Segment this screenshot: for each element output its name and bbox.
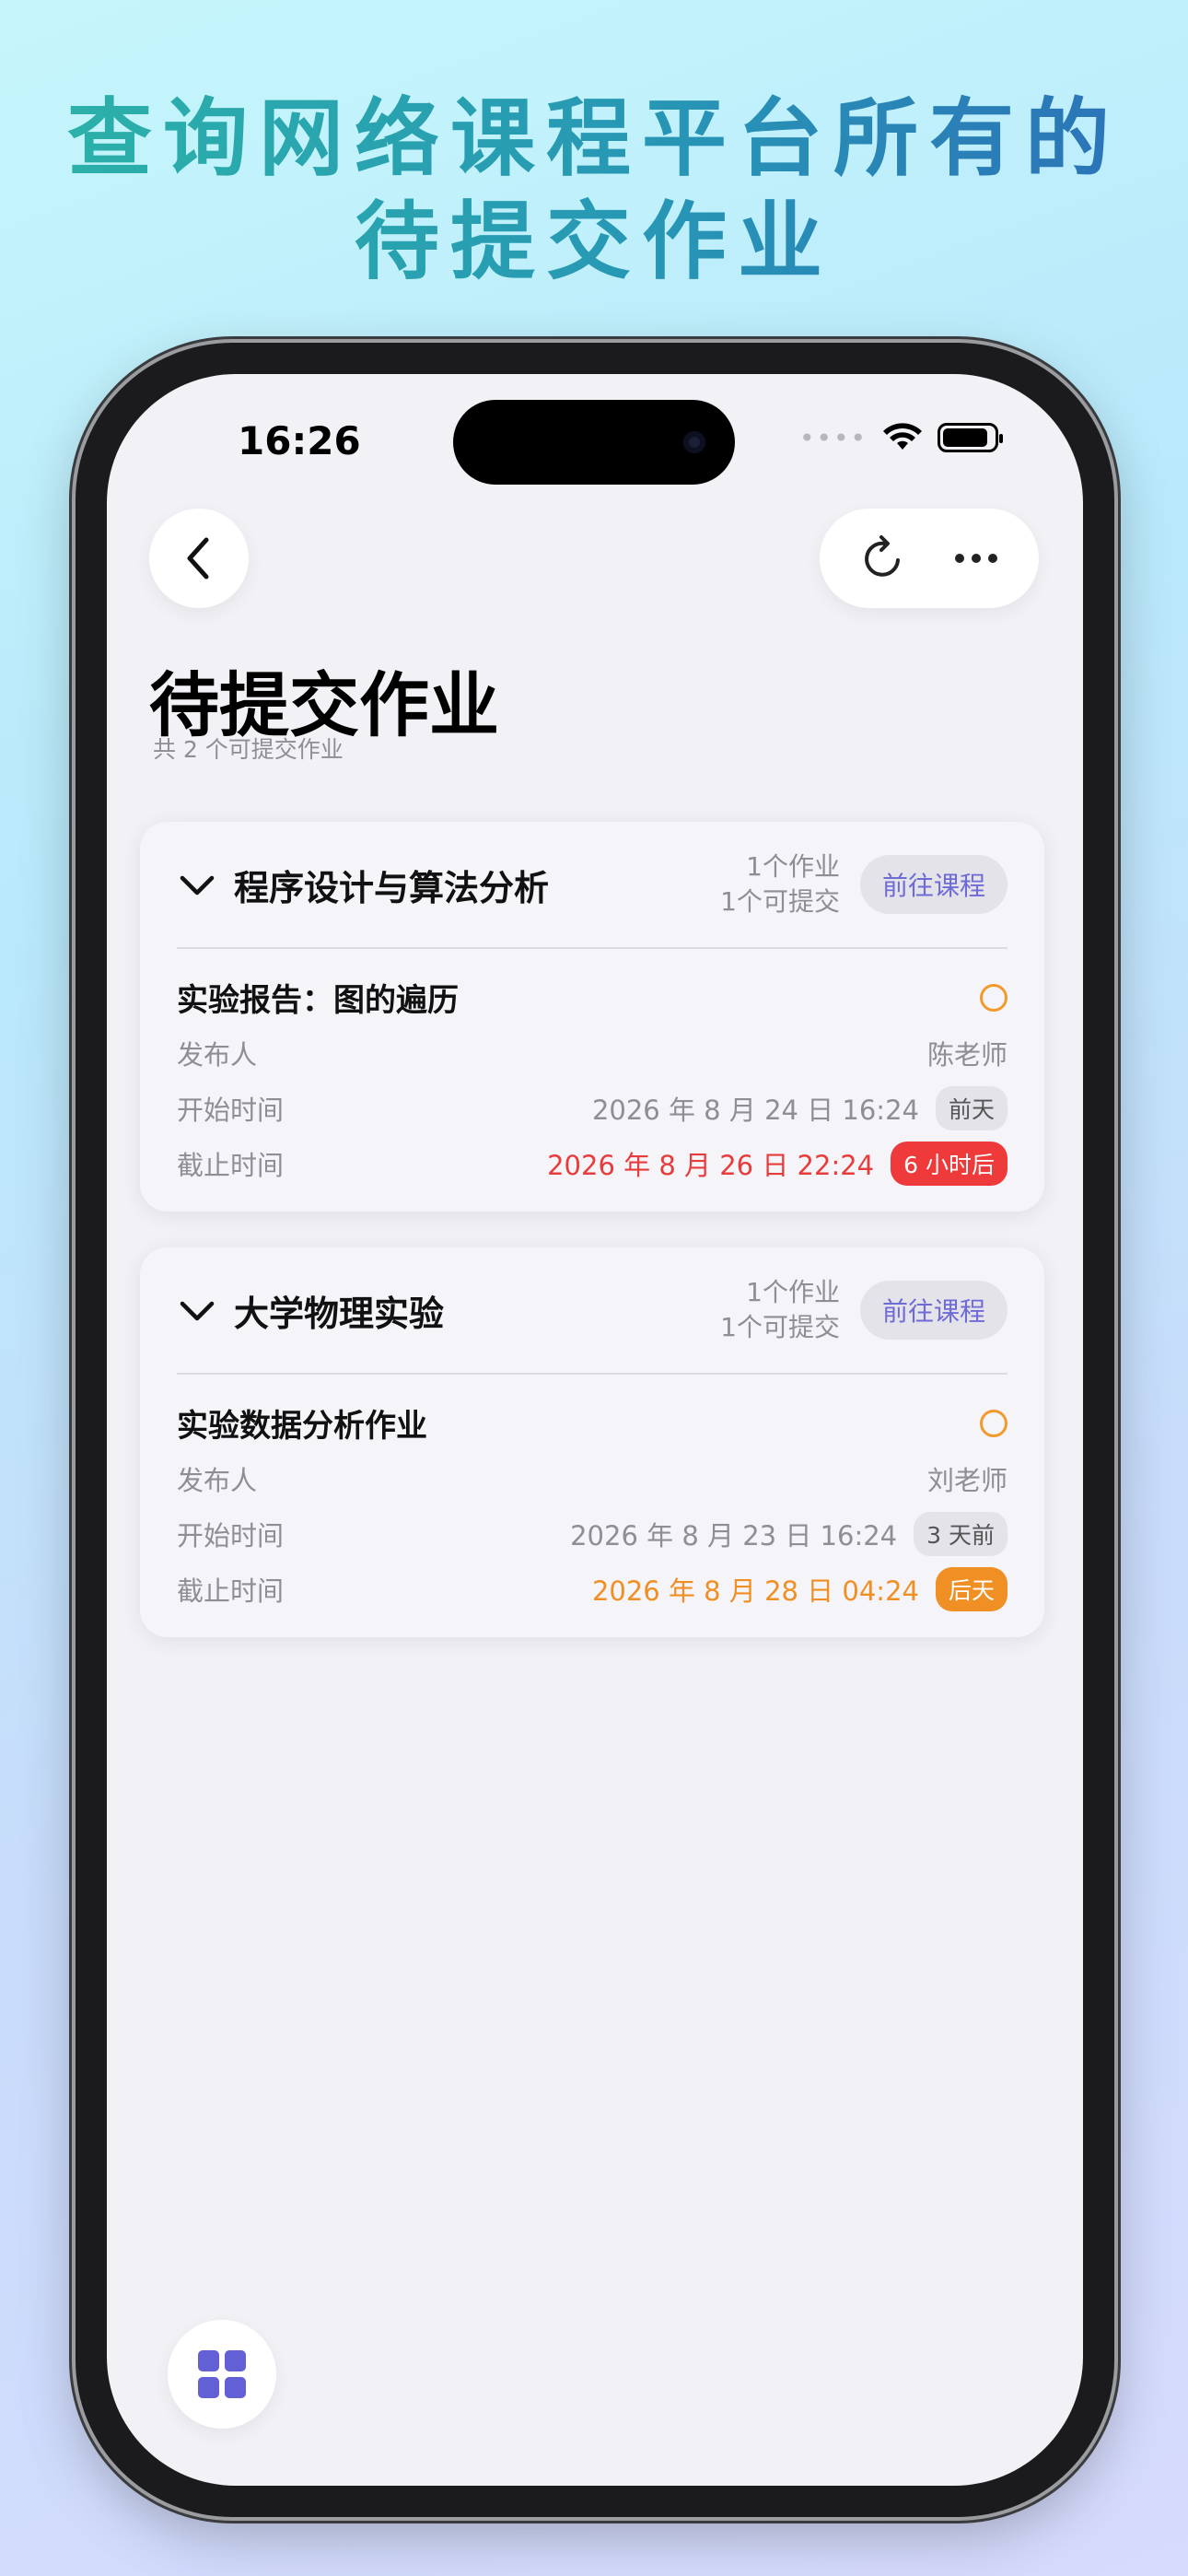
due-date: 2026 年 8 月 28 日 04:24: [591, 1575, 919, 1607]
due-label: 截止时间: [177, 1575, 285, 1607]
due-label: 截止时间: [177, 1150, 285, 1181]
back-button[interactable]: [149, 509, 249, 608]
due-relative-tag: 6 小时后: [891, 1142, 1007, 1186]
start-date: 2026 年 8 月 23 日 16:24: [570, 1520, 898, 1551]
assignment-title: 实验数据分析作业: [177, 1408, 427, 1445]
promo-headline: 查询网络课程平台所有的 待提交作业: [0, 88, 1188, 294]
course-card-header[interactable]: 程序设计与算法分析 1个作业 1个可提交 前往课程: [177, 822, 1007, 949]
grid-icon: [198, 2350, 246, 2398]
status-ring-icon[interactable]: [980, 1409, 1007, 1437]
due-relative-tag: 后天: [935, 1567, 1007, 1611]
more-icon[interactable]: [950, 549, 1002, 568]
status-time: 16:26: [238, 418, 361, 463]
assignment-title: 实验报告：图的遍历: [177, 982, 459, 1019]
due-value: 2026 年 8 月 28 日 04:24 后天: [592, 1567, 1007, 1611]
start-label: 开始时间: [177, 1520, 285, 1551]
phone-screen: 16:26 •••• 待提交作业 共 2 个可提交作业 程序设计与算法分析 1个…: [107, 374, 1083, 2486]
page-subtitle: 共 2 个可提交作业: [153, 736, 344, 763]
chevron-down-icon[interactable]: [177, 871, 217, 898]
start-value: 2026 年 8 月 24 日 16:24 前天: [592, 1086, 1007, 1130]
dynamic-island: [453, 400, 735, 485]
back-chevron-icon: [187, 537, 209, 580]
assignment-count: 1个作业: [746, 1277, 840, 1307]
course-card-header[interactable]: 大学物理实验 1个作业 1个可提交 前往课程: [177, 1247, 1007, 1375]
headline-line-1: 查询网络课程平台所有的: [66, 89, 1121, 188]
phone-frame: 16:26 •••• 待提交作业 共 2 个可提交作业 程序设计与算法分析 1个…: [76, 343, 1114, 2517]
goto-course-button[interactable]: 前往课程: [859, 855, 1007, 914]
course-card: 程序设计与算法分析 1个作业 1个可提交 前往课程 实验报告：图的遍历 发布人 …: [140, 822, 1044, 1212]
signal-dots-icon: ••••: [798, 422, 868, 453]
headline-line-2: 待提交作业: [354, 193, 833, 291]
start-label: 开始时间: [177, 1095, 285, 1126]
status-ring-icon[interactable]: [980, 983, 1007, 1012]
course-counts: 1个作业 1个可提交: [720, 849, 840, 919]
start-relative-tag: 前天: [935, 1086, 1007, 1130]
chevron-down-icon[interactable]: [177, 1296, 217, 1324]
submittable-count: 1个可提交: [720, 886, 840, 917]
start-value: 2026 年 8 月 23 日 16:24 3 天前: [570, 1512, 1007, 1556]
course-card: 大学物理实验 1个作业 1个可提交 前往课程 实验数据分析作业 发布人 刘老师 …: [140, 1247, 1044, 1637]
camera-icon: [683, 431, 705, 453]
start-relative-tag: 3 天前: [914, 1512, 1007, 1556]
wifi-icon: [883, 423, 922, 450]
submittable-count: 1个可提交: [720, 1312, 840, 1342]
refresh-icon[interactable]: [857, 533, 909, 584]
toolbar-actions: [820, 509, 1039, 608]
assignment-item[interactable]: 实验数据分析作业 发布人 刘老师 开始时间 2026 年 8 月 23 日 16…: [177, 1400, 1007, 1637]
start-date: 2026 年 8 月 24 日 16:24: [591, 1095, 919, 1126]
assignment-item[interactable]: 实验报告：图的遍历 发布人 陈老师 开始时间 2026 年 8 月 24 日 1…: [177, 975, 1007, 1212]
grid-menu-button[interactable]: [168, 2320, 276, 2429]
due-value: 2026 年 8 月 26 日 22:24 6 小时后: [547, 1142, 1007, 1186]
course-title: 程序设计与算法分析: [234, 867, 550, 908]
course-title: 大学物理实验: [234, 1293, 445, 1334]
publisher-label: 发布人: [177, 1039, 258, 1071]
status-icons: ••••: [798, 422, 1003, 453]
battery-icon: [938, 423, 1003, 452]
publisher-label: 发布人: [177, 1465, 258, 1496]
publisher-value: 刘老师: [926, 1465, 1007, 1496]
course-counts: 1个作业 1个可提交: [720, 1275, 840, 1345]
goto-course-button[interactable]: 前往课程: [859, 1281, 1007, 1340]
due-date: 2026 年 8 月 26 日 22:24: [547, 1150, 875, 1181]
assignment-count: 1个作业: [746, 851, 840, 882]
publisher-value: 陈老师: [926, 1039, 1007, 1071]
